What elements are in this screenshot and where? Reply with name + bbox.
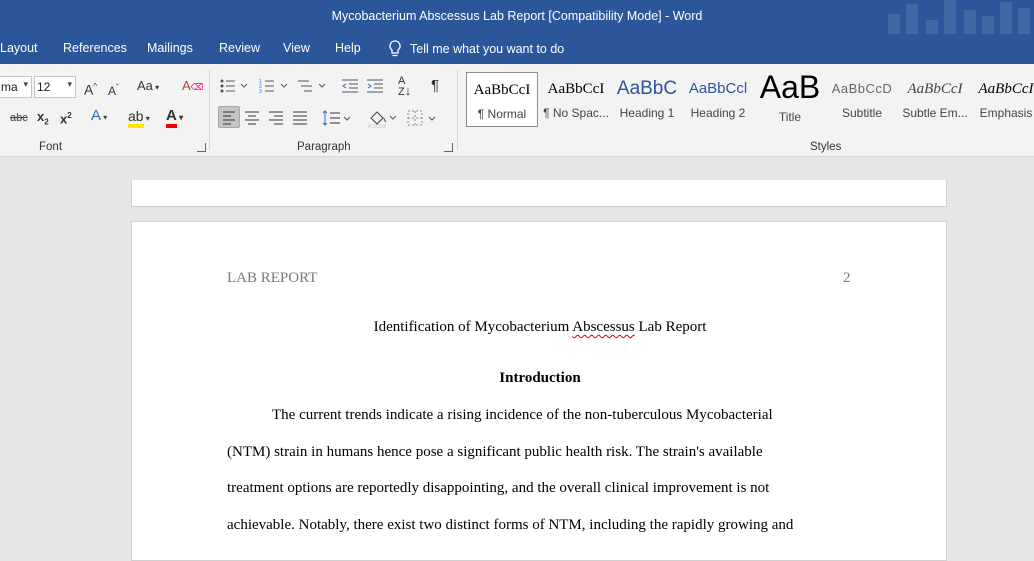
style-subtle-emphasis[interactable]: AaBbCcI Subtle Em... bbox=[899, 72, 971, 127]
tell-me-label: Tell me what you want to do bbox=[410, 41, 565, 56]
chevron-down-icon: ▾ bbox=[23, 79, 28, 89]
borders-icon[interactable] bbox=[406, 109, 438, 127]
tab-view[interactable]: View bbox=[283, 41, 310, 55]
tab-help[interactable]: Help bbox=[335, 41, 361, 55]
show-formatting-marks-icon[interactable]: ¶ bbox=[431, 77, 439, 95]
font-group-label: Font bbox=[39, 141, 63, 153]
text-effects-icon[interactable]: A ▾ bbox=[91, 107, 107, 127]
style-heading-1-preview: AaBbC bbox=[616, 78, 678, 99]
tab-mailings[interactable]: Mailings bbox=[147, 41, 193, 55]
style-no-spacing[interactable]: AaBbCcI ¶ No Spac... bbox=[540, 72, 612, 127]
style-title-preview: AaB bbox=[759, 72, 821, 105]
spelling-flagged-word[interactable]: Abscessus bbox=[572, 319, 635, 335]
title-bar: Mycobacterium Abscessus Lab Report [Comp… bbox=[0, 0, 1034, 34]
line-spacing-icon[interactable] bbox=[322, 109, 352, 127]
numbering-icon[interactable]: 123 bbox=[259, 78, 289, 94]
svg-text:3: 3 bbox=[259, 89, 262, 94]
shrink-font-icon[interactable]: Aˇ bbox=[108, 79, 119, 100]
ribbon: ma ▾ 12 ▾ A^ Aˇ Aa ▾ A⌫ abc x2 x2 A ▾ ab… bbox=[0, 64, 1034, 157]
tab-references[interactable]: References bbox=[63, 41, 127, 55]
strikethrough-icon[interactable]: abc bbox=[10, 109, 28, 127]
style-subtle-emphasis-label: Subtle Em... bbox=[902, 106, 968, 120]
style-subtitle-label: Subtitle bbox=[841, 106, 883, 120]
align-left-button[interactable] bbox=[218, 106, 240, 128]
style-emphasis-preview: AaBbCcI bbox=[978, 81, 1034, 97]
style-normal[interactable]: AaBbCcI ¶ Normal bbox=[466, 72, 538, 127]
document-page[interactable]: LAB REPORT 2 Identification of Mycobacte… bbox=[131, 221, 947, 561]
align-center-icon[interactable] bbox=[244, 110, 260, 126]
font-name-combo[interactable]: ma ▾ bbox=[0, 76, 32, 98]
increase-indent-icon[interactable] bbox=[366, 78, 384, 94]
font-dialog-launcher-icon[interactable] bbox=[197, 143, 206, 152]
decrease-indent-icon[interactable] bbox=[341, 78, 359, 94]
page-number: 2 bbox=[843, 270, 851, 286]
style-normal-preview: AaBbCcI bbox=[473, 82, 531, 98]
style-heading-1-label: Heading 1 bbox=[619, 106, 675, 120]
style-heading-2-preview: AaBbCcl bbox=[688, 80, 748, 97]
style-title-label: Title bbox=[778, 110, 802, 124]
style-title[interactable]: AaB Title bbox=[755, 72, 825, 127]
document-title-end: Lab Report bbox=[634, 319, 707, 335]
style-subtle-emphasis-preview: AaBbCcI bbox=[907, 81, 963, 97]
font-color-icon[interactable]: A ▾ bbox=[166, 107, 183, 128]
window-title: Mycobacterium Abscessus Lab Report [Comp… bbox=[331, 9, 703, 23]
grow-font-icon[interactable]: A^ bbox=[84, 78, 97, 99]
paragraph-line-1: The current trends indicate a rising inc… bbox=[272, 407, 773, 423]
style-subtitle[interactable]: AaBbCcD Subtitle bbox=[829, 72, 895, 127]
running-header: LAB REPORT bbox=[227, 270, 318, 286]
multilevel-list-icon[interactable] bbox=[297, 78, 327, 94]
paragraph-dialog-launcher-icon[interactable] bbox=[444, 143, 453, 152]
style-heading-2[interactable]: AaBbCcl Heading 2 bbox=[684, 72, 752, 127]
subscript-icon[interactable]: x2 bbox=[37, 108, 49, 132]
paragraph-group-label: Paragraph bbox=[297, 141, 351, 153]
ribbon-tabs: Layout References Mailings Review View H… bbox=[0, 34, 1034, 64]
paragraph-line-2: (NTM) strain in humans hence pose a sign… bbox=[227, 444, 763, 460]
tab-layout[interactable]: Layout bbox=[0, 41, 38, 55]
sort-icon[interactable]: A Z↓ bbox=[398, 76, 411, 98]
font-size-value: 12 bbox=[37, 80, 51, 94]
tab-review[interactable]: Review bbox=[219, 41, 260, 55]
document-title: Identification of Mycobacterium Abscessu… bbox=[132, 319, 948, 336]
change-case-icon[interactable]: Aa ▾ bbox=[137, 77, 159, 97]
style-no-spacing-label: ¶ No Spac... bbox=[543, 106, 609, 120]
tell-me-box[interactable]: Tell me what you want to do bbox=[388, 40, 564, 57]
font-name-value: ma bbox=[1, 80, 18, 94]
align-left-icon bbox=[223, 111, 235, 125]
title-bar-decoration bbox=[884, 0, 1034, 34]
bullets-icon[interactable] bbox=[220, 78, 248, 94]
style-heading-1[interactable]: AaBbC Heading 1 bbox=[612, 72, 682, 127]
lightbulb-icon bbox=[389, 40, 401, 57]
group-divider bbox=[457, 70, 458, 150]
shading-icon[interactable] bbox=[367, 108, 399, 128]
paragraph-line-4: achievable. Notably, there exist two dis… bbox=[227, 517, 794, 533]
justify-icon[interactable] bbox=[292, 110, 308, 126]
highlight-color-icon[interactable]: ab ▾ bbox=[128, 107, 150, 128]
style-heading-2-label: Heading 2 bbox=[690, 106, 746, 120]
clear-formatting-icon[interactable]: A⌫ bbox=[182, 77, 203, 96]
style-normal-label: ¶ Normal bbox=[477, 107, 527, 121]
styles-group-label: Styles bbox=[810, 141, 842, 153]
align-right-icon[interactable] bbox=[268, 110, 284, 126]
style-emphasis[interactable]: AaBbCcI Emphasis bbox=[974, 72, 1034, 127]
superscript-icon[interactable]: x2 bbox=[60, 107, 72, 128]
previous-page-bottom bbox=[131, 180, 947, 207]
group-divider bbox=[209, 70, 210, 150]
style-emphasis-label: Emphasis bbox=[979, 106, 1033, 120]
style-no-spacing-preview: AaBbCcI bbox=[547, 81, 605, 97]
font-size-combo[interactable]: 12 ▾ bbox=[34, 76, 76, 98]
chevron-down-icon: ▾ bbox=[67, 79, 72, 89]
section-heading: Introduction bbox=[499, 370, 581, 386]
document-title-start: Identification of Mycobacterium bbox=[373, 319, 573, 335]
style-subtitle-preview: AaBbCcD bbox=[831, 81, 893, 96]
paragraph-line-3: treatment options are reportedly disappo… bbox=[227, 480, 770, 496]
